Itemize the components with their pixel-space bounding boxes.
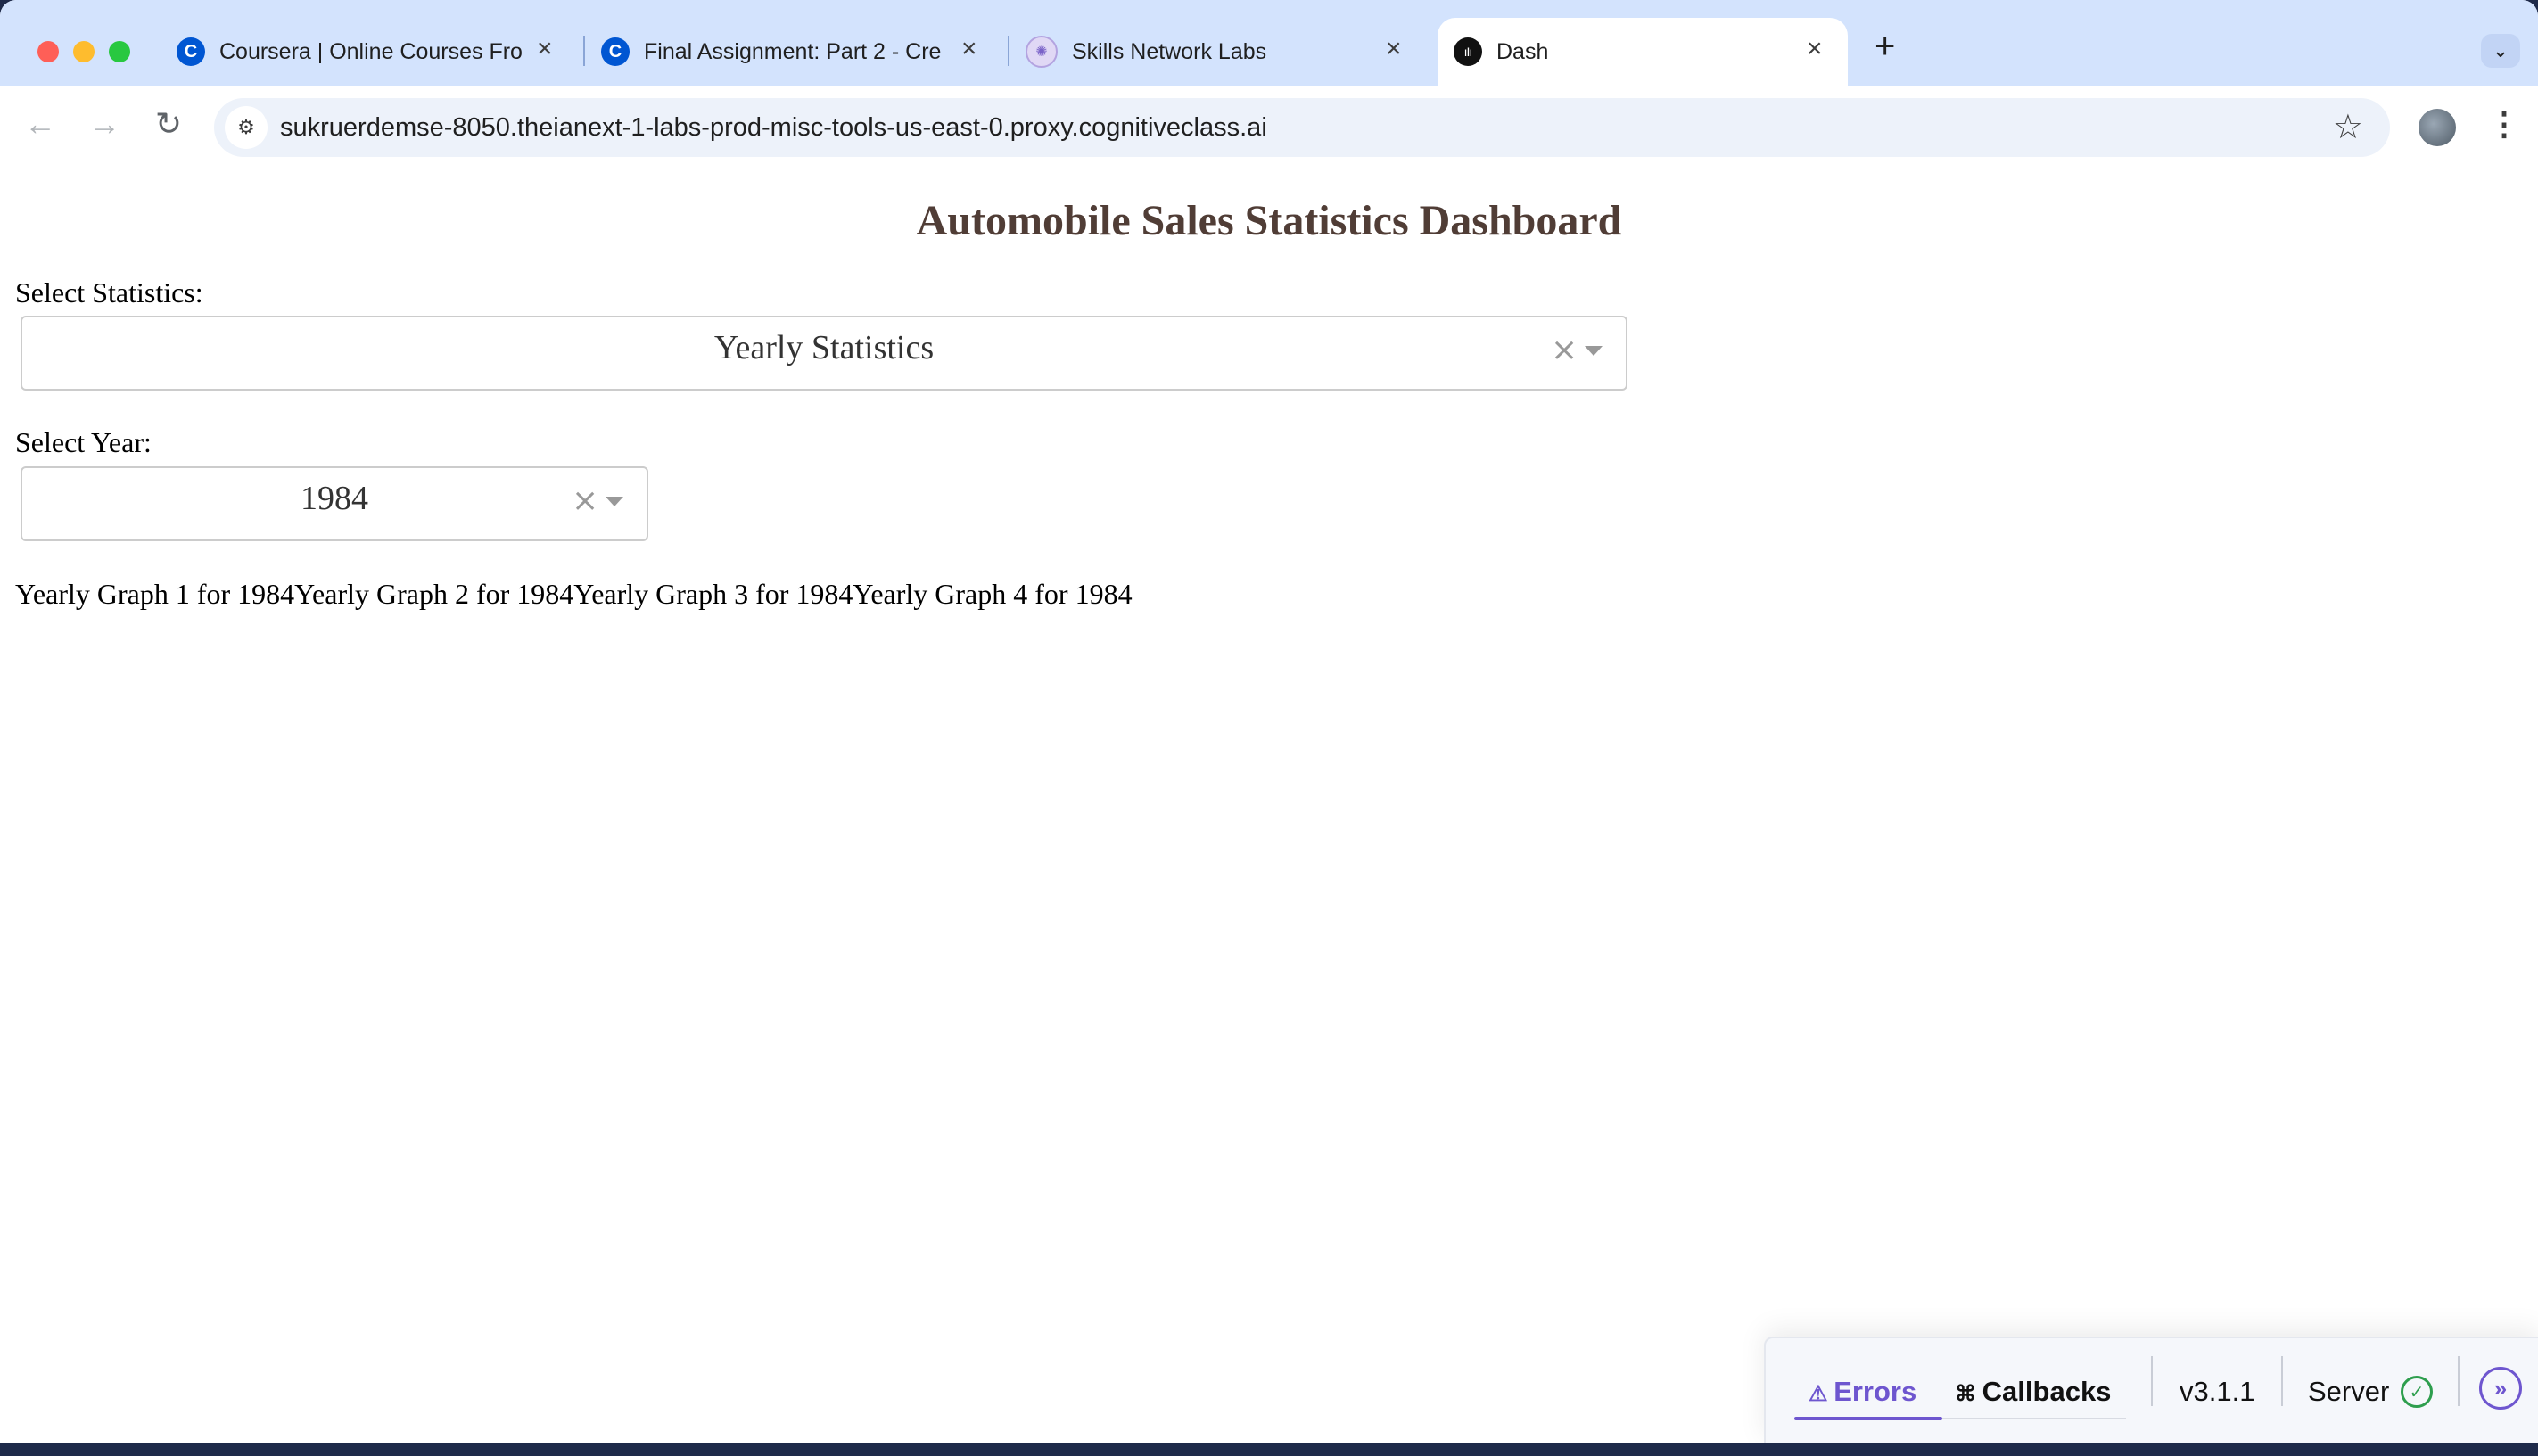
close-window-button[interactable] <box>37 41 59 62</box>
tab-strip: C Coursera | Online Courses From × C Fin… <box>0 0 2538 86</box>
yearly-graph-1: Yearly Graph 1 for 1984 <box>15 578 295 610</box>
debug-menu-toggle-button[interactable]: » <box>2479 1367 2522 1410</box>
tab-skills-network[interactable]: ✺ Skills Network Labs × <box>1026 18 1414 86</box>
chevron-down-icon: ⌄ <box>2492 39 2509 62</box>
chevrons-right-icon: » <box>2493 1374 2508 1402</box>
tab-final-assignment[interactable]: C Final Assignment: Part 2 - Create × <box>601 18 990 86</box>
tab-search-button[interactable]: ⌄ <box>2481 34 2520 68</box>
arrow-left-icon: ← <box>24 105 56 142</box>
tab-divider <box>1942 1418 2126 1419</box>
server-status-check-icon: ✓ <box>2401 1376 2433 1408</box>
forward-button[interactable]: → <box>82 105 127 143</box>
tab-title: Skills Network Labs <box>1072 38 1267 64</box>
errors-button[interactable]: ⚠ Errors <box>1809 1376 1916 1408</box>
graph-output-container: Yearly Graph 1 for 1984Yearly Graph 2 fo… <box>15 578 1133 611</box>
coursera-c-icon: C <box>177 37 205 66</box>
browser-menu-icon[interactable]: ⋮ <box>2488 105 2520 143</box>
chevron-down-icon[interactable] <box>606 497 623 506</box>
callbacks-button[interactable]: ⌘ Callbacks <box>1955 1376 2111 1408</box>
separator <box>2281 1356 2283 1406</box>
tab-title: Dash <box>1496 38 1549 64</box>
browser-window: C Coursera | Online Courses From × C Fin… <box>0 0 2538 1443</box>
url-text[interactable]: sukruerdemse-8050.theianext-1-labs-prod-… <box>280 113 1267 143</box>
reload-button[interactable]: ↻ <box>146 105 191 143</box>
new-tab-button[interactable]: + <box>1875 27 1895 67</box>
separator <box>2151 1356 2153 1406</box>
year-dropdown[interactable]: 1984 × <box>21 466 648 541</box>
dash-debug-menu: ⚠ Errors ⌘ Callbacks v3.1.1 Server ✓ » <box>1764 1337 2538 1443</box>
tab-dash[interactable]: ıIı Dash × <box>1438 18 1848 86</box>
yearly-graph-3: Yearly Graph 3 for 1984 <box>573 578 853 610</box>
tab-close-icon[interactable]: × <box>1386 34 1402 64</box>
dash-page: Automobile Sales Statistics Dashboard Se… <box>0 169 2538 1443</box>
profile-avatar[interactable] <box>2419 109 2456 146</box>
clear-icon[interactable]: × <box>572 482 598 519</box>
tab-title: Final Assignment: Part 2 - Create <box>644 38 942 64</box>
year-selected-value: 1984 <box>301 480 368 517</box>
tab-separator <box>583 36 585 66</box>
statistics-selected-value: Yearly Statistics <box>713 329 935 366</box>
callbacks-label: Callbacks <box>1982 1376 2112 1407</box>
skills-network-icon: ✺ <box>1026 36 1058 68</box>
warning-icon: ⚠ <box>1809 1382 1834 1406</box>
tab-close-icon[interactable]: × <box>537 34 553 64</box>
reload-icon: ↻ <box>154 105 183 142</box>
site-info-icon[interactable]: ⚙ <box>225 106 268 149</box>
coursera-c-icon: C <box>601 37 630 66</box>
browser-toolbar: ← → ↻ ⚙ sukruerdemse-8050.theianext-1-la… <box>0 86 2538 171</box>
dash-icon: ıIı <box>1454 37 1482 66</box>
statistics-label: Select Statistics: <box>15 276 203 308</box>
tab-coursera[interactable]: C Coursera | Online Courses From × <box>177 18 565 86</box>
tab-close-icon[interactable]: × <box>1807 34 1823 64</box>
bookmark-star-icon[interactable]: ☆ <box>2333 107 2363 147</box>
back-button[interactable]: ← <box>18 105 62 143</box>
clear-icon[interactable]: × <box>1551 332 1578 368</box>
tab-title: Coursera | Online Courses From <box>219 38 523 64</box>
callbacks-graph-icon: ⌘ <box>1955 1382 1982 1406</box>
year-label: Select Year: <box>15 426 152 458</box>
tab-close-icon[interactable]: × <box>961 34 977 64</box>
statistics-dropdown[interactable]: Yearly Statistics × <box>21 316 1627 391</box>
page-title: Automobile Sales Statistics Dashboard <box>916 197 1622 244</box>
separator <box>2458 1356 2460 1406</box>
maximize-window-button[interactable] <box>109 41 130 62</box>
chevron-down-icon[interactable] <box>1585 346 1603 356</box>
arrow-right-icon: → <box>88 105 120 142</box>
errors-label: Errors <box>1833 1376 1917 1407</box>
version-label: v3.1.1 <box>2180 1376 2255 1407</box>
address-bar[interactable]: ⚙ sukruerdemse-8050.theianext-1-labs-pro… <box>214 98 2390 157</box>
yearly-graph-2: Yearly Graph 2 for 1984 <box>294 578 574 610</box>
server-label: Server <box>2308 1376 2390 1407</box>
errors-tab-indicator <box>1794 1417 1942 1420</box>
minimize-window-button[interactable] <box>73 41 95 62</box>
tab-separator <box>1008 36 1009 66</box>
yearly-graph-4: Yearly Graph 4 for 1984 <box>853 578 1133 610</box>
